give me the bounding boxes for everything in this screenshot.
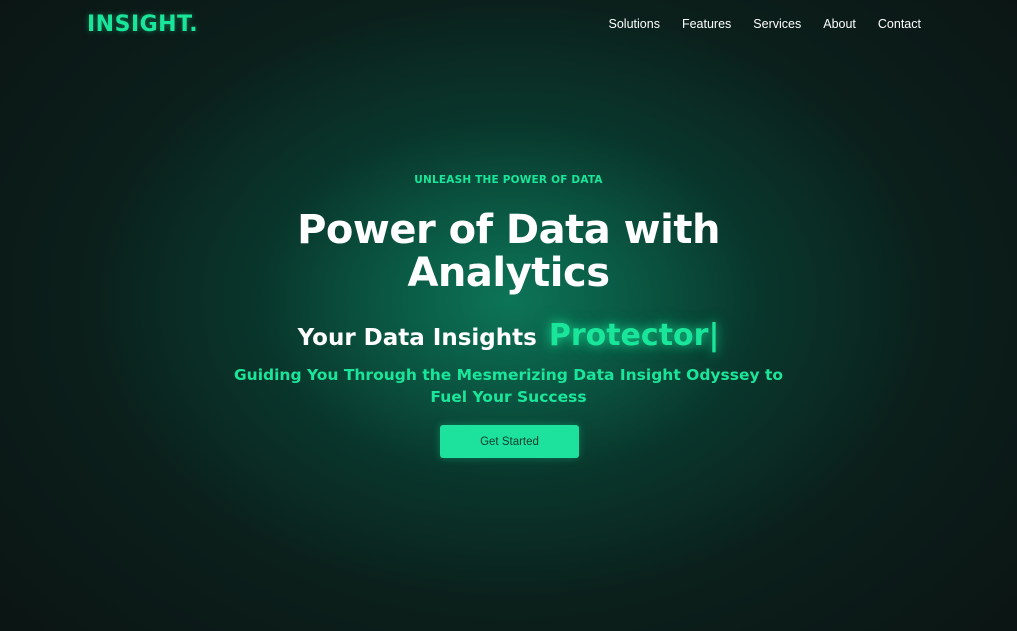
nav-item-solutions[interactable]: Solutions xyxy=(609,17,660,31)
nav-item-about[interactable]: About xyxy=(823,17,856,31)
brand-logo[interactable]: INSIGHT. xyxy=(87,12,198,37)
hero-background xyxy=(0,0,1017,631)
hero-eyebrow: UNLEASH THE POWER OF DATA xyxy=(414,174,603,186)
hero-subtitle: Guiding You Through the Mesmerizing Data… xyxy=(0,364,1017,408)
nav-item-services[interactable]: Services xyxy=(753,17,801,31)
hero-subtitle-line2: Fuel Your Success xyxy=(430,388,587,406)
main-nav: Solutions Features Services About Contac… xyxy=(609,17,921,31)
tagline-static-text: Your Data Insights xyxy=(297,325,537,351)
hero-headline: Power of Data with Analytics xyxy=(0,209,1017,295)
hero-headline-line1: Power of Data with xyxy=(297,207,720,253)
get-started-button[interactable]: Get Started xyxy=(440,425,579,458)
hero-headline-line2: Analytics xyxy=(407,250,610,296)
nav-item-contact[interactable]: Contact xyxy=(878,17,921,31)
tagline-typed-text: Protector| xyxy=(548,318,720,353)
hero-tagline: Your Data Insights Protector| xyxy=(0,318,1017,353)
nav-item-features[interactable]: Features xyxy=(682,17,731,31)
hero-subtitle-line1: Guiding You Through the Mesmerizing Data… xyxy=(233,366,784,384)
